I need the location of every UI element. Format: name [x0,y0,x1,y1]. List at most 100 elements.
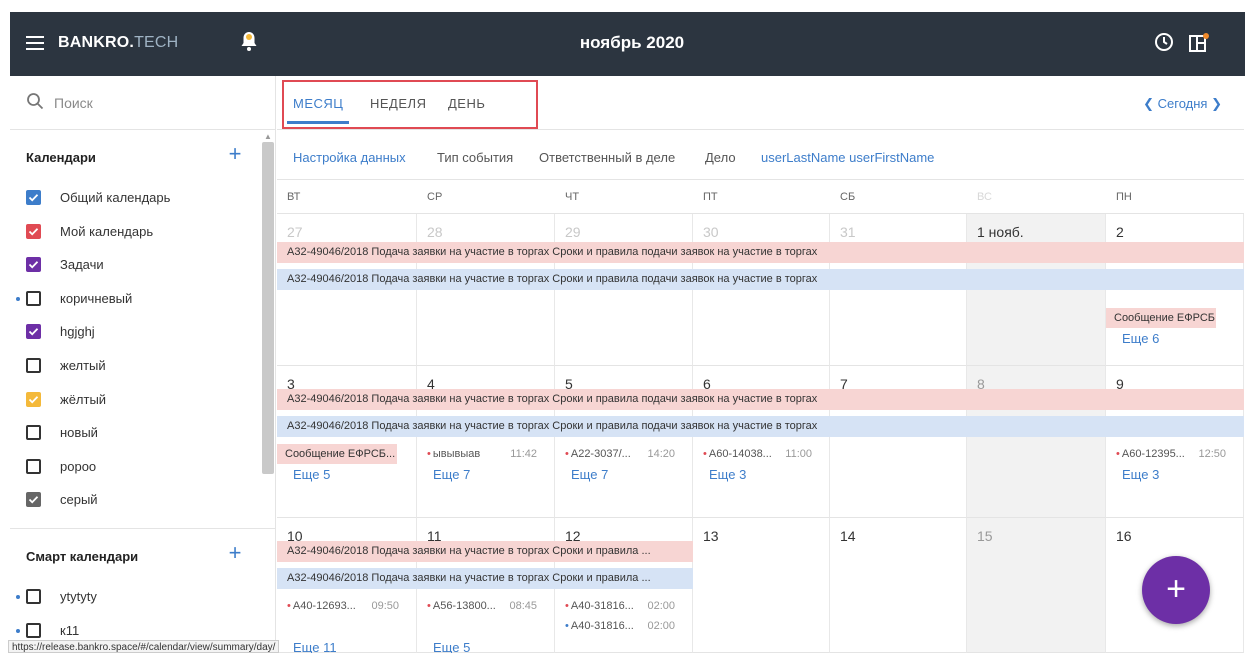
calendar-label: коричневый [60,290,133,306]
calendar-item[interactable]: новый [10,417,275,451]
day-name: СР [417,180,555,214]
multi-day-event[interactable]: А32-49046/2018 Подача заявки на участие … [277,568,693,589]
calendar-checkbox[interactable] [26,391,41,407]
calendar-label: hgjghj [60,324,95,340]
calendar-checkbox[interactable] [26,324,41,340]
day-cell[interactable]: 27 [277,214,417,366]
filter-event-type[interactable]: Тип события [437,150,513,165]
search-input[interactable] [54,90,254,116]
date-number: 13 [703,528,719,544]
calendar-item[interactable]: жёлтый [10,384,275,418]
calendar-item[interactable]: коричневый [10,283,275,317]
today-button[interactable]: Сегодня [1158,96,1208,111]
filter-data-settings[interactable]: Настройка данных [293,150,406,165]
day-cell[interactable]: 30 [693,214,830,366]
event-item[interactable]: • А40-12693... 09:50 [287,596,399,616]
calendar-list: Общий календарь Мой календарь Задачи коричн… [10,182,275,518]
calendar-checkbox[interactable] [26,223,41,239]
more-link[interactable]: Еще 7 [433,467,470,482]
day-cell[interactable]: 13 [693,518,830,653]
day-cell[interactable]: 29 [555,214,693,366]
day-cell[interactable]: 14 [830,518,967,653]
prev-chevron-icon[interactable]: ❮ [1143,96,1154,111]
day-name: ЧТ [555,180,693,214]
layout-panel-icon[interactable] [1188,32,1210,54]
smart-calendar-checkbox[interactable] [26,622,41,638]
calendars-title: Календари [26,150,96,165]
event-item[interactable]: • А60-12395... 12:50 [1116,444,1226,464]
more-link[interactable]: Еще 7 [571,467,608,482]
scroll-up-arrow[interactable]: ▲ [262,132,274,142]
date-number: 30 [703,224,719,240]
event-title: А60-12395... [1121,448,1185,460]
day-cell[interactable]: 2 Сообщение ЕФРСБ... Еще 6 [1106,214,1244,366]
calendar-checkbox[interactable] [26,425,41,441]
next-chevron-icon[interactable]: ❯ [1211,96,1222,111]
sidebar-scrollbar[interactable] [262,142,274,474]
day-cell[interactable]: 15 [967,518,1106,653]
calendar-item[interactable]: hgjghj [10,316,275,350]
date-number: 2 [1116,224,1124,240]
smart-calendar-checkbox[interactable] [26,588,41,604]
more-link[interactable]: Еще 11 [293,640,337,653]
calendar-checkbox[interactable] [26,492,41,508]
event-item[interactable]: • А40-31816... 02:00 [565,596,675,616]
multi-day-event[interactable]: А32-49046/2018 Подача заявки на участие … [277,389,1244,410]
add-smart-calendar-button[interactable]: + [225,541,245,563]
multi-day-event[interactable]: А32-49046/2018 Подача заявки на участие … [277,541,693,562]
calendar-checkbox[interactable] [26,458,41,474]
calendar-checkbox[interactable] [26,190,41,205]
filter-user[interactable]: userLastName userFirstName [761,150,934,165]
event-item[interactable]: • А22-3037/... 14:20 [565,444,675,464]
calendar-item[interactable]: желтый [10,350,275,384]
date-number: 29 [565,224,581,240]
multi-day-event[interactable]: А32-49046/2018 Подача заявки на участие … [277,269,1244,290]
smart-calendar-item[interactable]: ytytyty [10,581,275,615]
tab-week[interactable]: НЕДЕЛЯ [370,96,426,111]
event-item[interactable]: • ывывыав 11:42 [427,444,537,464]
calendar-item[interactable]: серый [10,484,275,518]
calendar-item[interactable]: ророо [10,451,275,485]
day-cell[interactable]: 1 нояб. [967,214,1106,366]
tab-day[interactable]: ДЕНЬ [448,96,485,111]
top-bar: BANKRO.TECH ноябрь 2020 [10,12,1245,76]
multi-day-event[interactable]: А32-49046/2018 Подача заявки на участие … [277,242,1244,263]
more-link[interactable]: Еще 6 [1122,331,1159,346]
more-link[interactable]: Еще 5 [433,640,470,653]
filter-case[interactable]: Дело [705,150,736,165]
calendar-item[interactable]: Мой календарь [10,216,275,250]
event-title: ывывыав [432,448,481,460]
more-link[interactable]: Еще 3 [709,467,746,482]
add-event-button[interactable]: + [1142,556,1210,624]
day-cell[interactable]: 31 [830,214,967,366]
event-chip[interactable]: Сообщение ЕФРСБ... [1106,308,1216,328]
event-chip[interactable]: Сообщение ЕФРСБ... [277,444,397,464]
event-item[interactable]: • А60-14038... 11:00 [703,444,812,464]
filter-responsible[interactable]: Ответственный в деле [539,150,675,165]
event-item[interactable]: • А40-31816... 02:00 [565,616,675,636]
calendar-checkbox[interactable] [26,257,41,273]
date-number: 1 нояб. [977,224,1024,240]
calendar-item[interactable]: Общий календарь [10,182,275,216]
more-link[interactable]: Еще 5 [293,467,330,482]
calendar-label: жёлтый [60,391,107,407]
calendar-checkbox[interactable] [26,357,41,373]
event-title: А40-31816... [570,600,634,612]
calendar-item[interactable]: Задачи [10,249,275,283]
more-link[interactable]: Еще 3 [1122,467,1159,482]
calendar-label: Задачи [60,257,104,273]
event-item[interactable]: • А56-13800... 08:45 [427,596,537,616]
date-number: 27 [287,224,303,240]
multi-day-event[interactable]: А32-49046/2018 Подача заявки на участие … [277,416,1244,437]
clock-icon[interactable] [1154,32,1174,52]
sidebar: Календари + Общий календарь Мой календарь… [10,76,276,653]
calendar-checkbox[interactable] [26,290,41,306]
event-title: А40-31816... [570,620,634,632]
search-row [10,76,275,130]
date-number: 16 [1116,528,1132,544]
day-cell[interactable]: 28 [417,214,555,366]
tab-month[interactable]: МЕСЯЦ [293,96,343,111]
add-calendar-button[interactable]: + [225,143,245,165]
event-title: А56-13800... [432,600,496,612]
calendar-label: Мой календарь [60,223,154,239]
